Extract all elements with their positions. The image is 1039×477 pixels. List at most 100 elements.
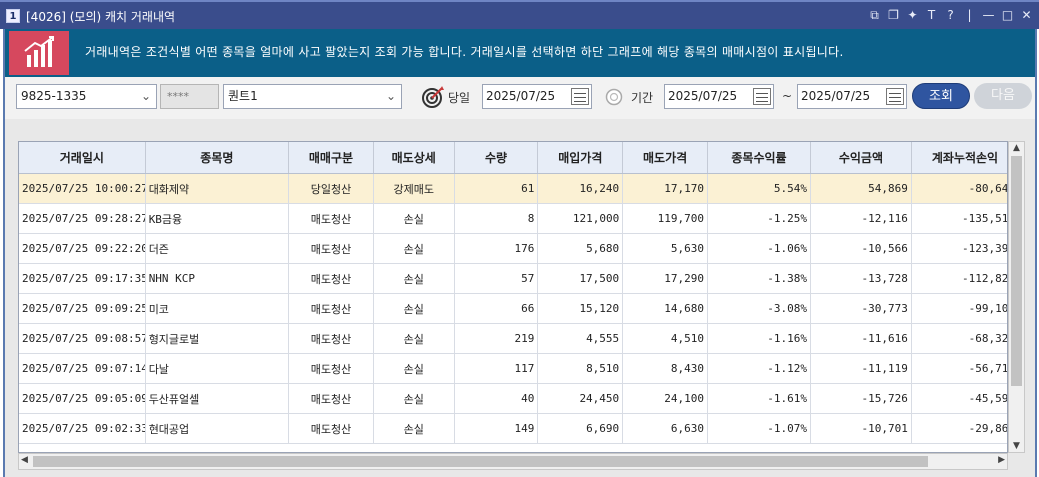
table-cell: 매도청산 bbox=[288, 323, 374, 354]
table-cell: 더즌 bbox=[145, 233, 290, 264]
window-title: [4026] (모의) 캐치 거래내역 bbox=[26, 10, 176, 24]
query-button[interactable]: 조회 bbox=[912, 83, 970, 109]
table-cell: 2025/07/25 09:22:20 bbox=[19, 233, 146, 264]
table-cell: 2025/07/25 09:07:14 bbox=[19, 353, 146, 384]
table-cell: -1.38% bbox=[707, 263, 811, 294]
calendar-icon[interactable] bbox=[886, 88, 904, 105]
table-cell: -11,616 bbox=[810, 323, 912, 354]
table-cell: 매도청산 bbox=[288, 413, 374, 444]
table-cell: 2025/07/25 09:17:35 bbox=[19, 263, 146, 294]
column-header[interactable]: 매도가격 bbox=[622, 142, 708, 174]
column-header[interactable]: 수량 bbox=[454, 142, 539, 174]
table-cell: 매도청산 bbox=[288, 353, 374, 384]
table-row[interactable]: 2025/07/25 09:17:35 NHN KCP 매도청산 손실 57 17,500… bbox=[19, 263, 1007, 294]
period-from-value: 2025/07/25 bbox=[668, 89, 738, 103]
period-to-field[interactable]: 2025/07/25 bbox=[797, 84, 907, 109]
table-cell: KB금융 bbox=[145, 203, 290, 234]
account-value: 9825-1335 bbox=[21, 89, 87, 103]
table-cell: -1.07% bbox=[707, 413, 811, 444]
table-cell: 14,680 bbox=[622, 293, 708, 324]
table-cell: -3.08% bbox=[707, 293, 811, 324]
table-cell: -112,829 bbox=[911, 263, 1007, 294]
column-header[interactable]: 매도상세 bbox=[373, 142, 455, 174]
column-header[interactable]: 매입가격 bbox=[537, 142, 624, 174]
table-cell: 24,450 bbox=[537, 383, 624, 414]
calendar-icon[interactable] bbox=[753, 88, 771, 105]
table-row[interactable]: 2025/07/25 09:07:14 다날 매도청산 손실 117 8,510 8,430… bbox=[19, 353, 1007, 384]
separator: | bbox=[967, 8, 972, 22]
table-cell: 매도청산 bbox=[288, 203, 374, 234]
table-cell: -10,701 bbox=[810, 413, 912, 444]
password-field[interactable]: **** bbox=[160, 84, 219, 109]
radio-icon[interactable] bbox=[605, 88, 623, 106]
table-cell: 대화제약 bbox=[145, 173, 290, 204]
restore-icon[interactable]: ⧉ bbox=[868, 7, 881, 23]
maximize-icon[interactable]: □ bbox=[1001, 7, 1014, 23]
column-header[interactable]: 수익금액 bbox=[810, 142, 912, 174]
table-body: 2025/07/25 10:00:27 대화제약 당일청산 강제매도 61 16,240 1… bbox=[19, 173, 1007, 444]
table-cell: 57 bbox=[454, 263, 539, 294]
trade-history-grid[interactable]: 거래일시 종목명 매매구분 매도상세 수량 매입가격 매도가격 종목수익률 수익금액 계좌누적손익… bbox=[18, 141, 1008, 453]
scroll-up-icon[interactable]: ▲ bbox=[1009, 143, 1024, 153]
scroll-left-icon[interactable]: ◀ bbox=[21, 455, 28, 465]
column-header[interactable]: 종목명 bbox=[145, 142, 290, 174]
target-icon[interactable] bbox=[421, 85, 445, 109]
scroll-right-icon[interactable]: ▶ bbox=[998, 455, 1005, 465]
table-cell: 119,700 bbox=[622, 203, 708, 234]
table-cell: 매도청산 bbox=[288, 293, 374, 324]
table-row[interactable]: 2025/07/25 09:02:33 현대공업 매도청산 손실 149 6,690 6,6… bbox=[19, 413, 1007, 444]
scroll-down-icon[interactable]: ▼ bbox=[1009, 441, 1024, 451]
table-row[interactable]: 2025/07/25 09:05:09 두산퓨얼셀 매도청산 손실 40 24,450 24… bbox=[19, 383, 1007, 414]
column-header[interactable]: 매매구분 bbox=[288, 142, 374, 174]
table-cell: 6,690 bbox=[537, 413, 624, 444]
popout-icon[interactable]: ❐ bbox=[887, 7, 900, 23]
close-icon[interactable]: ✕ bbox=[1020, 7, 1033, 23]
column-header[interactable]: 거래일시 bbox=[19, 142, 146, 174]
help-icon[interactable]: ? bbox=[944, 7, 957, 23]
column-header[interactable]: 계좌누적손익 bbox=[911, 142, 1007, 174]
horizontal-scroll-thumb[interactable] bbox=[33, 456, 928, 467]
table-row[interactable]: 2025/07/25 10:00:27 대화제약 당일청산 강제매도 61 16,240 1… bbox=[19, 173, 1007, 204]
table-cell: -99,101 bbox=[911, 293, 1007, 324]
table-cell: 당일청산 bbox=[288, 173, 374, 204]
table-cell: 5,680 bbox=[537, 233, 624, 264]
minimize-icon[interactable]: — bbox=[982, 7, 995, 23]
next-button[interactable]: 다음 bbox=[974, 83, 1032, 109]
table-row[interactable]: 2025/07/25 09:08:57 형지글로벌 매도청산 손실 219 4,555 4,… bbox=[19, 323, 1007, 354]
table-cell: 손실 bbox=[373, 323, 455, 354]
table-cell: 17,170 bbox=[622, 173, 708, 204]
table-row[interactable]: 2025/07/25 09:09:25 미코 매도청산 손실 66 15,120 14,68… bbox=[19, 293, 1007, 324]
today-label: 당일 bbox=[448, 91, 471, 105]
vertical-scroll-thumb[interactable] bbox=[1011, 156, 1022, 386]
account-select[interactable]: 9825-1335 ⌄ bbox=[16, 84, 157, 109]
calendar-icon[interactable] bbox=[571, 88, 589, 105]
table-cell: -29,867 bbox=[911, 413, 1007, 444]
table-cell: 2025/07/25 10:00:27 bbox=[19, 173, 146, 204]
table-cell: 손실 bbox=[373, 233, 455, 264]
table-cell: 6,630 bbox=[622, 413, 708, 444]
pin-icon[interactable]: ✦ bbox=[906, 7, 919, 23]
table-cell: -1.16% bbox=[707, 323, 811, 354]
table-cell: 40 bbox=[454, 383, 539, 414]
vertical-scrollbar[interactable]: ▲ ▼ bbox=[1008, 141, 1025, 453]
table-cell: 2025/07/25 09:02:33 bbox=[19, 413, 146, 444]
table-row[interactable]: 2025/07/25 09:22:20 더즌 매도청산 손실 176 5,680 5,630… bbox=[19, 233, 1007, 264]
table-cell: 5.54% bbox=[707, 173, 811, 204]
table-cell: 다날 bbox=[145, 353, 290, 384]
title-bar: 1 [4026] (모의) 캐치 거래내역 ⧉ ❐ ✦ T ? | — □ ✕ bbox=[0, 0, 1039, 29]
table-cell: 54,869 bbox=[810, 173, 912, 204]
table-cell: NHN KCP bbox=[145, 263, 290, 294]
table-header: 거래일시 종목명 매매구분 매도상세 수량 매입가격 매도가격 종목수익률 수익금액 계좌누적손익 bbox=[19, 142, 1007, 174]
strategy-select[interactable]: 퀀트1 ⌄ bbox=[223, 84, 402, 109]
font-icon[interactable]: T bbox=[925, 7, 938, 23]
period-from-field[interactable]: 2025/07/25 bbox=[664, 84, 774, 109]
table-cell: 손실 bbox=[373, 413, 455, 444]
table-row[interactable]: 2025/07/25 09:28:27 KB금융 매도청산 손실 8 121,000 119… bbox=[19, 203, 1007, 234]
table-cell: 8 bbox=[454, 203, 539, 234]
table-cell: 5,630 bbox=[622, 233, 708, 264]
table-cell: -12,116 bbox=[810, 203, 912, 234]
table-cell: 24,100 bbox=[622, 383, 708, 414]
today-date-field[interactable]: 2025/07/25 bbox=[482, 84, 592, 109]
horizontal-scrollbar[interactable]: ◀ ▶ bbox=[18, 453, 1008, 470]
column-header[interactable]: 종목수익률 bbox=[707, 142, 811, 174]
